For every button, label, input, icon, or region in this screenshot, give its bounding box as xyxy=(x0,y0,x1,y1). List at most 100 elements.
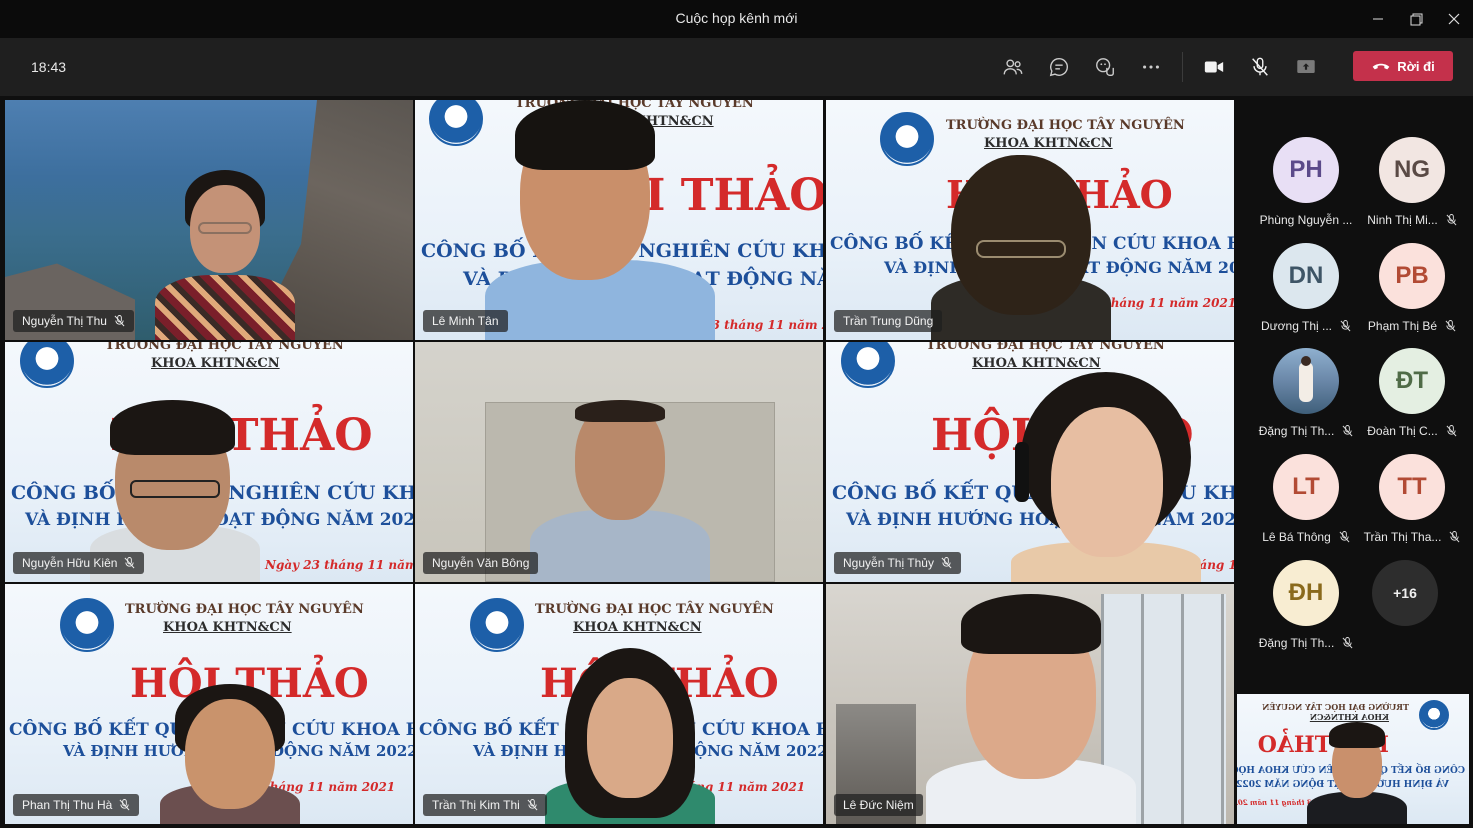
video-tile[interactable]: TRƯỜNG ĐẠI HỌC TÂY NGUYÊN KHOA KHTN&CN H… xyxy=(826,100,1234,340)
restore-icon xyxy=(1410,13,1422,25)
more-options-button[interactable] xyxy=(1132,50,1170,84)
mic-off-icon xyxy=(1446,425,1457,437)
avatar: PB xyxy=(1379,243,1445,309)
minimize-button[interactable] xyxy=(1359,0,1397,38)
avatar: ĐH xyxy=(1273,560,1339,626)
share-icon xyxy=(1297,60,1315,73)
hang-up-icon xyxy=(1372,63,1390,70)
self-video xyxy=(1307,722,1407,824)
video-tile[interactable]: TRƯỜNG ĐẠI HỌC TÂY NGUYÊN KHOA KHTN&CN H… xyxy=(826,342,1234,582)
mic-off-icon xyxy=(941,557,952,569)
roster-name: Phùng Nguyễn ... xyxy=(1259,213,1353,227)
participant-name: Nguyễn Hữu Kiên xyxy=(22,556,118,570)
participant-video xyxy=(160,684,300,824)
roster-participant[interactable]: DN Dương Thị ... xyxy=(1246,243,1354,347)
chat-icon xyxy=(1049,58,1068,77)
more-participants-button[interactable]: +16 xyxy=(1372,560,1438,626)
participant-video xyxy=(926,594,1136,824)
participant-name: Lê Đức Niệm xyxy=(843,798,914,812)
more-icon xyxy=(1143,65,1159,69)
participant-name: Trần Thị Kim Thi xyxy=(432,798,520,812)
roster-name: Đoàn Thị C... xyxy=(1352,424,1472,438)
roster-participant[interactable]: ĐT Đoàn Thị C... xyxy=(1352,348,1460,452)
roster-name: Ninh Thị Mi... xyxy=(1352,213,1472,227)
mic-off-icon xyxy=(1445,320,1456,332)
roster-participant[interactable]: PH Phùng Nguyễn ... xyxy=(1246,137,1354,241)
mic-off-icon xyxy=(124,557,135,569)
mic-off-icon xyxy=(114,315,125,327)
participant-name: Phan Thị Thu Hà xyxy=(22,798,113,812)
reactions-button[interactable] xyxy=(1086,50,1124,84)
participant-name-tag: Nguyễn Hữu Kiên xyxy=(13,552,145,574)
participant-name-tag: Phan Thị Thu Hà xyxy=(13,794,140,816)
participant-video xyxy=(931,155,1111,340)
roster-name: Đặng Thị Th... xyxy=(1246,424,1366,438)
avatar: LT xyxy=(1273,454,1339,520)
roster-participant[interactable]: Đặng Thị Th... xyxy=(1246,348,1354,452)
video-tile[interactable]: TRƯỜNG ĐẠI HỌC TÂY NGUYÊN KHOA KHTN&CN H… xyxy=(5,342,413,582)
video-tile[interactable]: TRƯỜNG ĐẠI HỌC TÂY NGUYÊN KHOA KHTN&CN H… xyxy=(415,584,823,824)
roster-name: Dương Thị ... xyxy=(1246,319,1366,333)
microphone-button[interactable] xyxy=(1241,50,1279,84)
minimize-icon xyxy=(1373,18,1383,20)
participant-name-tag: Nguyễn Văn Bông xyxy=(423,552,539,574)
roster-participant[interactable]: PB Phạm Thị Bé xyxy=(1352,243,1460,347)
window-title: Cuộc họp kênh mới xyxy=(675,10,798,26)
video-tile[interactable]: Nguyễn Thị Thu xyxy=(5,100,413,340)
mic-off-icon xyxy=(1446,214,1457,226)
participant-video xyxy=(530,400,710,582)
participant-name-tag: Nguyễn Thị Thủy xyxy=(834,552,961,574)
video-tile[interactable]: TRƯỜNG ĐẠI HỌC TÂY NGUYÊN KHOA KHTN&CN H… xyxy=(415,100,823,340)
camera-button[interactable] xyxy=(1195,50,1233,84)
chat-button[interactable] xyxy=(1040,50,1078,84)
avatar: TT xyxy=(1379,454,1445,520)
leave-label: Rời đi xyxy=(1397,58,1435,74)
leave-button[interactable]: Rời đi xyxy=(1353,51,1453,81)
roster-name: Lê Bá Thông xyxy=(1246,530,1366,544)
raise-hand-icon xyxy=(1096,58,1114,76)
participant-name: Lê Minh Tân xyxy=(432,314,499,328)
meeting-clock: 18:43 xyxy=(31,59,67,75)
avatar-photo xyxy=(1273,348,1339,414)
window-controls xyxy=(1359,0,1473,38)
mic-off-icon xyxy=(1449,531,1460,543)
mic-off-icon xyxy=(1340,320,1351,332)
meeting-toolbar: 18:43 Rời đi xyxy=(0,38,1473,96)
mic-off-icon xyxy=(1252,57,1268,76)
roster-participant[interactable]: TT Trần Thị Tha... xyxy=(1352,454,1460,558)
participant-name: Nguyễn Văn Bông xyxy=(432,556,530,570)
title-bar: Cuộc họp kênh mới xyxy=(0,0,1473,38)
roster-participant[interactable]: NG Ninh Thị Mi... xyxy=(1352,137,1460,241)
maximize-button[interactable] xyxy=(1397,0,1435,38)
roster-name: Phạm Thị Bé xyxy=(1352,319,1472,333)
avatar: PH xyxy=(1273,137,1339,203)
participant-video xyxy=(1011,372,1201,582)
participant-video xyxy=(155,170,295,340)
participant-name: Nguyễn Thị Thủy xyxy=(843,556,934,570)
participants-button[interactable] xyxy=(994,50,1032,84)
avatar: DN xyxy=(1273,243,1339,309)
people-icon xyxy=(1003,59,1023,75)
self-view[interactable]: TRƯỜNG ĐẠI HỌC TÂY NGUYÊN KHOA KHTN&CN H… xyxy=(1237,694,1469,824)
close-button[interactable] xyxy=(1435,0,1473,38)
roster-name: Đặng Thị Th... xyxy=(1246,636,1366,650)
mic-off-icon xyxy=(119,799,130,811)
avatar: ĐT xyxy=(1379,348,1445,414)
close-icon xyxy=(1448,13,1460,25)
video-tile-active-speaker[interactable]: Nguyễn Văn Bông xyxy=(415,342,823,582)
roster-participant[interactable]: LT Lê Bá Thông xyxy=(1246,454,1354,558)
camera-icon xyxy=(1204,61,1224,73)
participant-name: Nguyễn Thị Thu xyxy=(22,314,107,328)
roster-participant[interactable]: ĐH Đặng Thị Th... xyxy=(1246,560,1354,664)
participant-name-tag: Trần Trung Dũng xyxy=(834,310,943,332)
participant-name-tag: Lê Minh Tân xyxy=(423,310,508,332)
video-tile[interactable]: Lê Đức Niệm xyxy=(826,584,1234,824)
mic-off-icon xyxy=(1339,531,1350,543)
mic-off-icon xyxy=(1342,637,1353,649)
video-tile[interactable]: TRƯỜNG ĐẠI HỌC TÂY NGUYÊN KHOA KHTN&CN H… xyxy=(5,584,413,824)
mic-off-icon xyxy=(527,799,538,811)
roster-name: Trần Thị Tha... xyxy=(1352,530,1472,544)
share-screen-button[interactable] xyxy=(1287,50,1325,84)
participant-name-tag: Nguyễn Thị Thu xyxy=(13,310,134,332)
participant-name: Trần Trung Dũng xyxy=(843,314,934,328)
